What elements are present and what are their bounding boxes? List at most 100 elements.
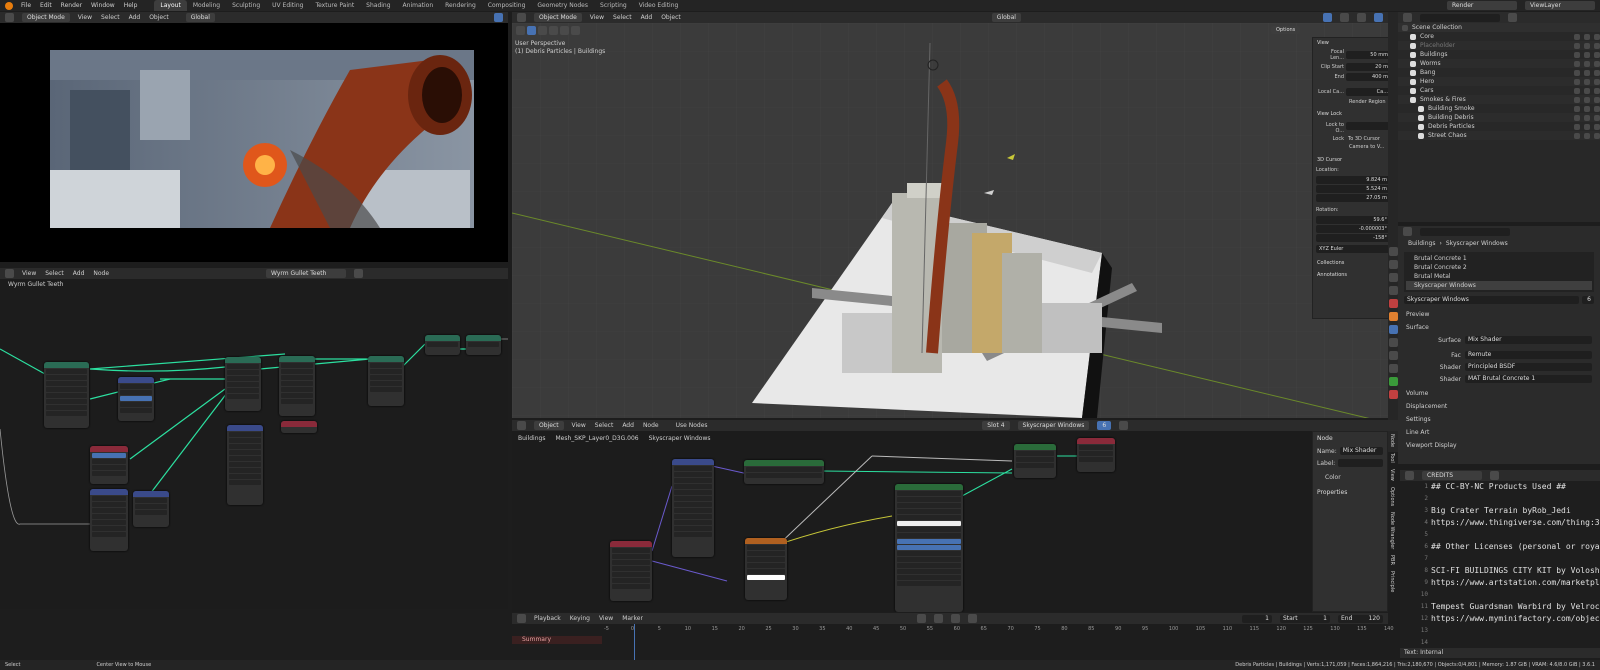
menu-item-render[interactable]: Render [61,2,82,9]
camera-icon[interactable] [1594,105,1600,112]
menu-item-playback[interactable]: Playback [534,615,561,622]
menu-item-node[interactable]: Node [93,270,109,277]
outliner-row[interactable]: Building Debris [1398,113,1600,122]
tool-tab-icon[interactable] [1389,247,1398,256]
menu-item-view[interactable]: View [22,270,36,277]
editor-type-icon[interactable] [1403,227,1412,236]
world-tab-icon[interactable] [1389,299,1398,308]
shader2-select[interactable]: MAT Brutal Concrete 1 [1465,375,1592,383]
to-3d-cursor-checkbox[interactable]: To 3D Cursor [1348,136,1380,142]
playhead[interactable] [634,624,635,660]
cursor-rot-y[interactable]: -0.000003° [1316,225,1388,233]
workspace-tab-texture-paint[interactable]: Texture Paint [309,0,360,11]
camera-icon[interactable] [1594,87,1600,94]
material-slot[interactable]: Brutal Concrete 2 [1406,263,1592,272]
rendered-shading-icon[interactable] [1374,13,1383,22]
menu-item-marker[interactable]: Marker [622,615,643,622]
scene-selector[interactable]: Render [1447,1,1517,10]
cursor-loc-x[interactable]: 9.824 m [1316,176,1388,184]
node-properties-header[interactable]: Properties [1313,486,1387,499]
camera-icon[interactable] [1594,51,1600,58]
run-script-icon[interactable] [1490,471,1499,480]
workspace-tab-modeling[interactable]: Modeling [187,0,226,11]
camera-icon[interactable] [1594,60,1600,67]
shader1-select[interactable]: Principled BSDF [1465,363,1592,371]
text-line[interactable] [1431,493,1600,505]
node-name-field[interactable]: Mix Shader [1339,447,1383,455]
node-collection-info[interactable] [90,446,128,484]
node-brick-texture[interactable] [745,538,787,600]
text-line[interactable] [1431,553,1600,565]
camera-to-view-checkbox[interactable]: Camera to V... [1313,143,1388,151]
workspace-tab-scripting[interactable]: Scripting [594,0,633,11]
outliner-search-input[interactable] [1420,13,1500,22]
camera-icon[interactable] [1594,78,1600,85]
visibility-icon[interactable] [1584,42,1590,49]
geometry-node-editor[interactable]: Wyrm Gullet Teeth [0,279,508,609]
cursor-rot-z[interactable]: -158° [1316,234,1388,242]
object-tab-icon[interactable] [1389,312,1398,321]
node-vector-math[interactable] [118,377,154,421]
constraints-tab-icon[interactable] [1389,364,1398,373]
3d-cursor-header[interactable]: 3D Cursor [1313,151,1388,165]
editor-type-icon[interactable] [5,13,14,22]
cursor-rot-x[interactable]: 59.6° [1316,216,1388,224]
viewport-mode-select[interactable]: Object Mode [534,13,582,22]
checkbox-icon[interactable] [1574,33,1580,40]
outliner-row[interactable]: Building Smoke [1398,104,1600,113]
visibility-icon[interactable] [1584,96,1590,103]
node-color-toggle[interactable]: Color [1313,469,1387,486]
slot-select[interactable]: Slot 4 [982,421,1010,430]
overlay-icon[interactable] [1323,13,1332,22]
outliner-row[interactable]: Core [1398,32,1600,41]
editor-type-icon[interactable] [1403,13,1412,22]
text-line[interactable]: ## CC-BY-NC Products Used ## [1431,481,1600,493]
side-tab-tool[interactable]: Tool [1389,450,1395,466]
editor-type-icon[interactable] [517,13,526,22]
workspace-tab-compositing[interactable]: Compositing [482,0,532,11]
checkbox-icon[interactable] [1574,132,1580,139]
volume-panel[interactable]: Volume [1398,385,1600,400]
side-tab-node[interactable]: Node [1389,431,1395,450]
material-users-count[interactable]: 6 [1582,296,1594,304]
fac-input-select[interactable]: Remute [1465,351,1592,359]
text-line[interactable] [1431,637,1600,648]
text-content[interactable]: ## CC-BY-NC Products Used ## Big Crater T… [1431,481,1600,648]
text-line[interactable]: ## Other Licenses (personal or royalty- [1431,541,1600,553]
record-icon[interactable] [916,614,926,623]
material-slot[interactable]: Brutal Metal [1406,272,1592,281]
node-tree-select[interactable]: Wyrm Gullet Teeth [266,269,347,278]
node-mix-shader[interactable] [1014,444,1056,478]
jump-start-icon[interactable] [933,614,943,623]
checkbox-icon[interactable] [1574,123,1580,130]
checkbox-icon[interactable] [1574,105,1580,112]
modifier-tab-icon[interactable] [1389,325,1398,334]
menu-item-add[interactable]: Add [129,14,141,21]
menu-item-window[interactable]: Window [91,2,115,9]
surface-panel-header[interactable]: Surface [1398,321,1600,334]
workspace-tab-animation[interactable]: Animation [397,0,440,11]
node-power[interactable] [133,491,169,527]
surface-shader-select[interactable]: Mix Shader [1465,336,1592,344]
menu-item-edit[interactable]: Edit [40,2,52,9]
tool-icon[interactable] [560,26,569,35]
menu-item-file[interactable]: File [21,2,31,9]
viewport-display-panel[interactable]: Viewport Display [1398,439,1600,452]
data-tab-icon[interactable] [1389,377,1398,386]
visibility-icon[interactable] [1584,33,1590,40]
node-attribute-statistic[interactable] [44,362,89,428]
side-tab-view[interactable]: View [1389,466,1395,484]
material-slot[interactable]: Brutal Concrete 1 [1406,254,1592,263]
node-capture-attribute[interactable] [368,356,404,406]
visibility-icon[interactable] [1584,51,1590,58]
annotations-header[interactable]: Annotations [1313,270,1388,280]
outliner-row[interactable]: Hero [1398,77,1600,86]
shading-icon[interactable] [494,13,503,22]
visibility-icon[interactable] [1584,105,1590,112]
jump-end-icon[interactable] [967,614,977,623]
focal-length-field[interactable]: 50 mm [1346,51,1388,59]
menu-item-view[interactable]: View [572,422,586,429]
preview-panel[interactable]: Preview [1398,308,1600,321]
material-name-field[interactable]: Skyscraper Windows [1404,296,1579,304]
collections-header[interactable]: Collections [1313,256,1388,270]
